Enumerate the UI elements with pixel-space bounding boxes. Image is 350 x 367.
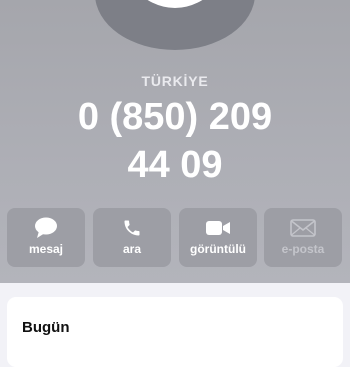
envelope-icon bbox=[264, 218, 342, 238]
phone-number-line-1: 0 (850) 209 bbox=[77, 96, 273, 138]
message-bubble-icon bbox=[7, 217, 85, 238]
call-history-card: Bugün bbox=[7, 297, 343, 367]
call-button[interactable]: ara bbox=[93, 208, 171, 267]
contact-header: TÜRKİYE 0 (850) 209 44 09 mesaj ara görü… bbox=[0, 0, 350, 283]
phone-number-line-2: 44 09 bbox=[127, 144, 223, 186]
contact-actions: mesaj ara görüntülü e-posta bbox=[7, 208, 343, 267]
message-button[interactable]: mesaj bbox=[7, 208, 85, 267]
phone-icon bbox=[93, 218, 171, 238]
avatar-placeholder-head bbox=[116, 0, 234, 8]
video-call-button[interactable]: görüntülü bbox=[179, 208, 257, 267]
video-call-button-label: görüntülü bbox=[190, 242, 246, 256]
call-history-title: Bugün bbox=[22, 319, 70, 336]
email-button-label: e-posta bbox=[281, 242, 325, 256]
message-button-label: mesaj bbox=[28, 242, 64, 256]
email-button[interactable]: e-posta bbox=[264, 208, 342, 267]
contact-avatar bbox=[95, 0, 255, 50]
call-button-label: ara bbox=[122, 242, 142, 256]
video-camera-icon bbox=[179, 218, 257, 238]
contact-country: TÜRKİYE bbox=[141, 73, 209, 89]
